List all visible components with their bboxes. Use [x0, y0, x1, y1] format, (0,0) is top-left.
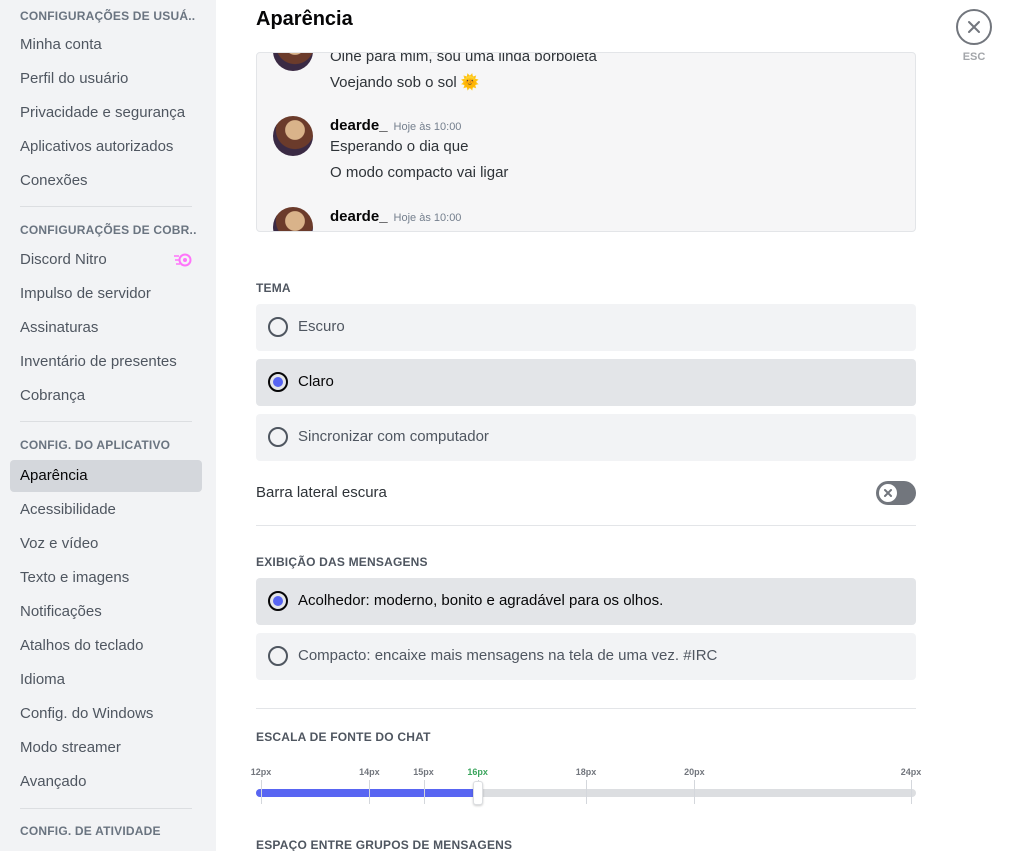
theme-option-label: Claro: [298, 373, 334, 390]
page-title: Aparência: [256, 8, 353, 30]
dark-sidebar-label: Barra lateral escura: [256, 484, 387, 501]
appearance-settings-panel: Aparência ESC Olhe para mim, sou uma lin…: [216, 0, 1009, 851]
slider-tick-mark: [586, 780, 587, 804]
dark-sidebar-toggle[interactable]: [876, 481, 916, 505]
message-display-option-compact[interactable]: Compacto: encaixe mais mensagens na tela…: [256, 633, 916, 680]
sidebar-divider: [20, 421, 192, 422]
message-author: dearde_: [330, 208, 388, 225]
sidebar-item-billing[interactable]: Cobrança: [10, 380, 202, 412]
close-button[interactable]: [956, 9, 992, 45]
avatar: [273, 207, 313, 231]
avatar: [273, 116, 313, 156]
slider-tick-mark: [911, 780, 912, 804]
font-scale-section-label: ESCALA DE FONTE DO CHAT: [256, 730, 431, 744]
close-icon: [968, 21, 980, 33]
section-divider: [256, 525, 916, 526]
sidebar-header-app-settings: CONFIG. DO APLICATIVO: [20, 438, 171, 452]
slider-track-fill: [256, 789, 478, 797]
radio-button[interactable]: [268, 591, 288, 611]
sidebar-item-connections[interactable]: Conexões: [10, 165, 202, 197]
radio-button[interactable]: [268, 427, 288, 447]
radio-button[interactable]: [268, 646, 288, 666]
sidebar-item-gift-inventory[interactable]: Inventário de presentes: [10, 346, 202, 378]
section-divider: [256, 708, 916, 709]
sidebar-header-activity-settings: CONFIG. DE ATIVIDADE: [20, 824, 161, 838]
message-display-section-label: EXIBIÇÃO DAS MENSAGENS: [256, 555, 428, 569]
slider-tick-label: 14px: [359, 767, 380, 777]
radio-button[interactable]: [268, 317, 288, 337]
message-text: O modo compacto vai ligar: [330, 164, 509, 181]
slider-handle[interactable]: [472, 781, 483, 805]
message-display-option-cozy[interactable]: Acolhedor: moderno, bonito e agradável p…: [256, 578, 916, 625]
message-header: dearde_ Hoje às 10:00: [330, 208, 461, 225]
sidebar-divider: [20, 808, 192, 809]
sidebar-item-voice-video[interactable]: Voz e vídeo: [10, 528, 202, 560]
theme-option-dark[interactable]: Escuro: [256, 304, 916, 351]
x-icon: [884, 489, 892, 497]
slider-tick-label: 24px: [900, 767, 922, 777]
slider-tick-label: 15px: [413, 767, 434, 777]
message-text: Voejando sob o sol 🌞: [330, 74, 480, 91]
slider-tick-mark: [694, 780, 696, 804]
nitro-icon: [174, 253, 192, 267]
slider-tick-label: 12px: [250, 767, 272, 777]
sidebar-item-streamer-mode[interactable]: Modo streamer: [10, 732, 202, 764]
sidebar-item-subscriptions[interactable]: Assinaturas: [10, 312, 202, 344]
message-timestamp: Hoje às 10:00: [393, 212, 462, 224]
theme-option-label: Sincronizar com computador: [298, 428, 489, 445]
sidebar-item-authorized-apps[interactable]: Aplicativos autorizados: [10, 131, 202, 163]
sidebar-divider: [20, 206, 192, 207]
sidebar-header-billing-settings: CONFIGURAÇÕES DE COBR...: [20, 223, 196, 237]
sidebar-item-accessibility[interactable]: Acessibilidade: [10, 494, 202, 526]
close-control: ESC: [956, 9, 992, 63]
radio-button[interactable]: [268, 372, 288, 392]
slider-tick-label: 16px: [467, 767, 488, 777]
sidebar-item-keybinds[interactable]: Atalhos do teclado: [10, 630, 202, 662]
toggle-knob: [879, 484, 897, 502]
message-header: dearde_ Hoje às 10:00: [330, 117, 461, 134]
message-timestamp: Hoje às 10:00: [393, 121, 462, 133]
settings-sidebar: CONFIGURAÇÕES DE USUÁ... Minha conta Per…: [0, 0, 216, 851]
theme-section-label: TEMA: [256, 281, 291, 295]
slider-tick-mark: [369, 780, 371, 804]
slider-tick-mark: [423, 780, 425, 804]
message-display-option-label: Compacto: encaixe mais mensagens na tela…: [298, 647, 718, 664]
sidebar-header-user-settings: CONFIGURAÇÕES DE USUÁ...: [20, 9, 196, 23]
message-display-option-label: Acolhedor: moderno, bonito e agradável p…: [298, 592, 664, 609]
sidebar-item-appearance[interactable]: Aparência: [10, 460, 202, 492]
esc-label: ESC: [962, 51, 986, 63]
slider-tick-label: 20px: [684, 767, 705, 777]
sidebar-item-text-images[interactable]: Texto e imagens: [10, 562, 202, 594]
message-text: Olhe para mim, sou uma linda borboleta: [330, 52, 597, 65]
sidebar-item-notifications[interactable]: Notificações: [10, 596, 202, 628]
sidebar-item-server-boost[interactable]: Impulso de servidor: [10, 278, 202, 310]
message-text: Esperando o dia que: [330, 138, 469, 155]
theme-option-light[interactable]: Claro: [256, 359, 916, 406]
sidebar-item-label: Discord Nitro: [20, 251, 107, 268]
theme-option-label: Escuro: [298, 318, 345, 335]
group-spacing-section-label: ESPAÇO ENTRE GRUPOS DE MENSAGENS: [256, 838, 513, 851]
slider-tick-mark: [261, 780, 262, 804]
slider-tick-label: 18px: [575, 767, 597, 777]
sidebar-item-my-account[interactable]: Minha conta: [10, 29, 202, 61]
sidebar-item-advanced[interactable]: Avançado: [10, 766, 202, 798]
avatar: [273, 53, 313, 71]
theme-option-sync[interactable]: Sincronizar com computador: [256, 414, 916, 461]
sidebar-item-privacy-safety[interactable]: Privacidade e segurança: [10, 97, 202, 129]
sidebar-item-language[interactable]: Idioma: [10, 664, 202, 696]
sidebar-item-windows-settings[interactable]: Config. do Windows: [10, 698, 202, 730]
sidebar-item-discord-nitro[interactable]: Discord Nitro: [10, 244, 202, 276]
sidebar-item-user-profile[interactable]: Perfil do usuário: [10, 63, 202, 95]
message-author: dearde_: [330, 117, 388, 134]
message-preview: Olhe para mim, sou uma linda borboleta V…: [256, 52, 916, 232]
